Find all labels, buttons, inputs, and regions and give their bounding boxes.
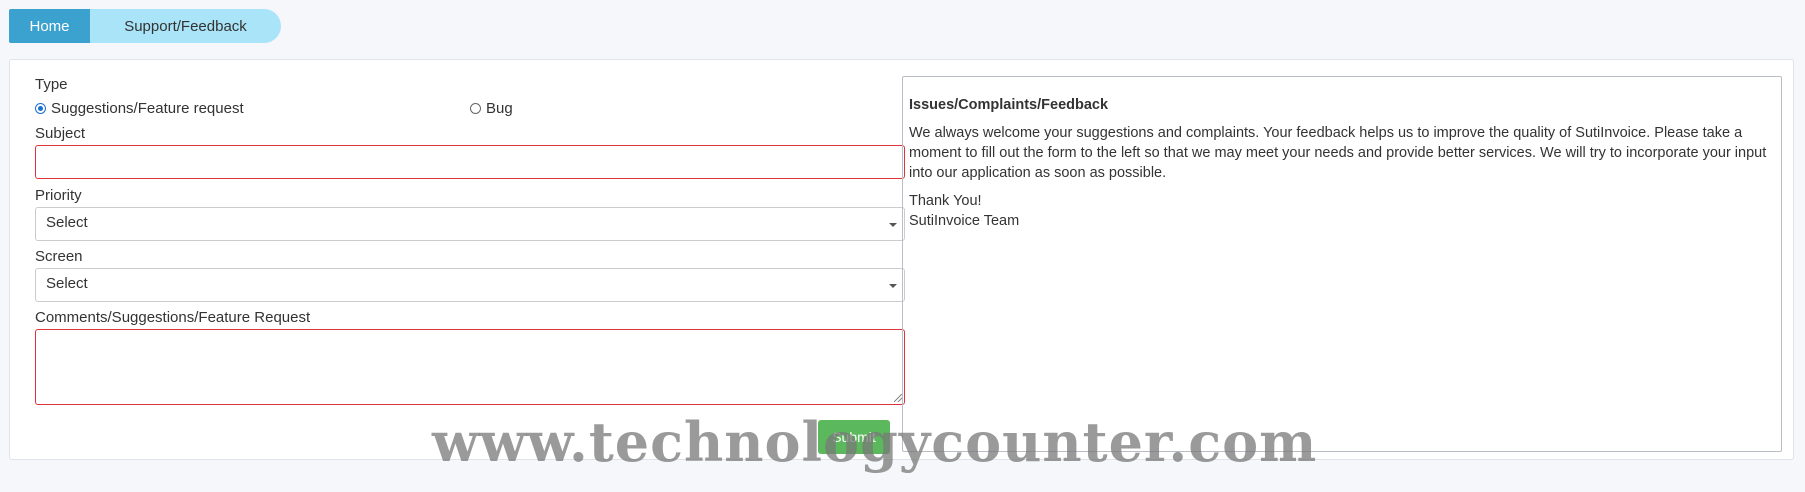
radio-unchecked-icon[interactable] <box>470 103 481 114</box>
feedback-panel: Type Suggestions/Feature request Bug Sub… <box>9 59 1794 460</box>
info-body: We always welcome your suggestions and c… <box>909 125 1767 181</box>
submit-button[interactable]: Submit <box>818 420 890 454</box>
subject-label: Subject <box>35 125 86 142</box>
type-radio-suggestion[interactable]: Suggestions/Feature request <box>35 100 244 117</box>
screen-label: Screen <box>35 248 83 265</box>
type-radio-bug[interactable]: Bug <box>470 100 513 117</box>
info-thanks: Thank You! <box>909 193 982 209</box>
type-radio-bug-label: Bug <box>486 100 513 117</box>
priority-label: Priority <box>35 187 82 204</box>
info-signature: SutiInvoice Team <box>909 213 1020 229</box>
info-box: Issues/Complaints/Feedback We always wel… <box>902 76 1782 452</box>
info-title: Issues/Complaints/Feedback <box>909 97 1109 113</box>
screen-select-value: Select <box>46 275 88 292</box>
priority-select[interactable]: Select <box>35 207 905 241</box>
chevron-down-icon <box>889 223 897 227</box>
resize-grip-icon[interactable] <box>894 394 902 402</box>
comments-label: Comments/Suggestions/Feature Request <box>35 309 311 326</box>
type-radio-suggestion-label: Suggestions/Feature request <box>51 100 244 117</box>
priority-select-value: Select <box>46 214 88 231</box>
page: Home Support/Feedback Type Suggestions/F… <box>0 0 1805 492</box>
breadcrumb: Home Support/Feedback <box>9 9 281 43</box>
breadcrumb-current: Support/Feedback <box>90 9 281 43</box>
radio-checked-icon[interactable] <box>35 103 46 114</box>
subject-input[interactable] <box>35 145 905 179</box>
type-label: Type <box>35 76 68 93</box>
comments-textarea[interactable] <box>35 329 905 405</box>
breadcrumb-home-link[interactable]: Home <box>9 9 90 43</box>
screen-select[interactable]: Select <box>35 268 905 302</box>
chevron-down-icon <box>889 284 897 288</box>
